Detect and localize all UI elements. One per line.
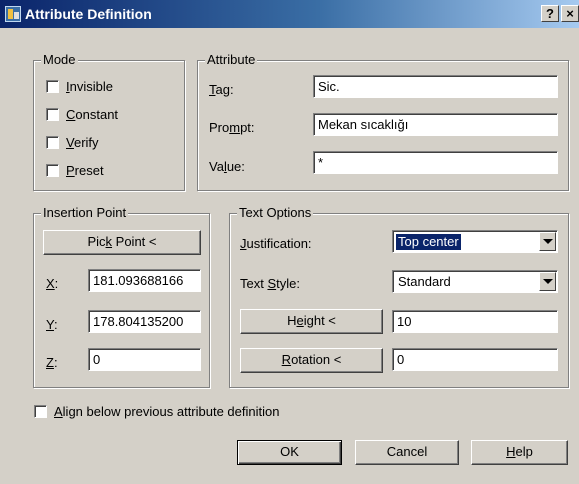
constant-checkbox-box[interactable] bbox=[46, 108, 59, 121]
tag-input[interactable]: Sic. bbox=[313, 75, 558, 98]
ok-button[interactable]: OK bbox=[237, 440, 342, 465]
align-below-label: Align below previous attribute definitio… bbox=[54, 404, 280, 419]
text-style-select[interactable]: Standard bbox=[392, 270, 558, 293]
prompt-input[interactable]: Mekan sıcaklığı bbox=[313, 113, 558, 136]
z-input[interactable]: 0 bbox=[88, 348, 201, 371]
chevron-down-icon[interactable] bbox=[539, 272, 556, 291]
align-below-checkbox-box[interactable] bbox=[34, 405, 47, 418]
justification-select[interactable]: Top center bbox=[392, 230, 558, 253]
invisible-label: Invisible bbox=[66, 79, 113, 94]
text-style-label: Text Style: bbox=[240, 276, 300, 291]
invisible-checkbox[interactable]: Invisible bbox=[46, 79, 113, 94]
justification-value: Top center bbox=[395, 233, 462, 251]
align-below-checkbox[interactable]: Align below previous attribute definitio… bbox=[34, 404, 279, 419]
mode-legend: Mode bbox=[41, 52, 78, 68]
pick-point-button[interactable]: Pick Point < bbox=[43, 230, 201, 255]
preset-checkbox-box[interactable] bbox=[46, 164, 59, 177]
x-label: X: bbox=[46, 276, 59, 291]
tag-label: Tag: bbox=[209, 82, 234, 97]
verify-checkbox-box[interactable] bbox=[46, 136, 59, 149]
justification-label: Justification: bbox=[240, 236, 312, 251]
value-label: Value: bbox=[209, 159, 245, 174]
height-button[interactable]: Height < bbox=[240, 309, 383, 334]
prompt-label: Prompt: bbox=[209, 120, 255, 135]
rotation-button[interactable]: Rotation < bbox=[240, 348, 383, 373]
invisible-checkbox-box[interactable] bbox=[46, 80, 59, 93]
window-title: Attribute Definition bbox=[25, 6, 152, 22]
chevron-down-icon[interactable] bbox=[539, 232, 556, 251]
value-input[interactable]: * bbox=[313, 151, 558, 174]
app-icon bbox=[5, 6, 21, 22]
z-label: Z: bbox=[46, 355, 58, 370]
rotation-input[interactable]: 0 bbox=[392, 348, 558, 371]
verify-label: Verify bbox=[66, 135, 99, 150]
preset-checkbox[interactable]: Preset bbox=[46, 163, 104, 178]
constant-label: Constant bbox=[66, 107, 119, 122]
attribute-legend: Attribute bbox=[205, 52, 258, 68]
help-button[interactable]: Help bbox=[471, 440, 568, 465]
close-button[interactable]: × bbox=[561, 5, 579, 22]
text-options-legend: Text Options bbox=[237, 205, 314, 221]
title-bar: Attribute Definition ? × bbox=[0, 0, 579, 28]
cancel-button[interactable]: Cancel bbox=[355, 440, 459, 465]
verify-checkbox[interactable]: Verify bbox=[46, 135, 99, 150]
height-input[interactable]: 10 bbox=[392, 310, 558, 333]
constant-checkbox[interactable]: Constant bbox=[46, 107, 118, 122]
help-title-button[interactable]: ? bbox=[541, 5, 559, 22]
y-input[interactable]: 178.804135200 bbox=[88, 310, 201, 333]
y-label: Y: bbox=[46, 317, 58, 332]
preset-label: Preset bbox=[66, 163, 104, 178]
x-input[interactable]: 181.093688166 bbox=[88, 269, 201, 292]
insertion-point-legend: Insertion Point bbox=[41, 205, 129, 221]
text-style-value: Standard bbox=[398, 274, 451, 289]
